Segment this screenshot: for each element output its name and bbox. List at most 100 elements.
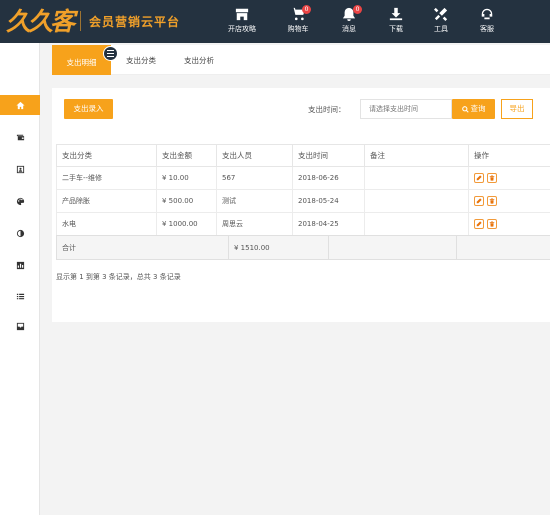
sidebar-item-charts[interactable]	[0, 255, 40, 275]
nav-tools[interactable]: 工具	[419, 7, 463, 34]
sidebar-item-contrast[interactable]	[0, 223, 40, 243]
shop-icon	[235, 8, 249, 21]
table-row: 水电 ¥ 1000.00 周思云 2018-04-25	[56, 212, 550, 236]
table-row: 二手车--维修 ¥ 10.00 567 2018-06-26	[56, 166, 550, 190]
nav-label: 开店攻略	[228, 25, 256, 33]
tab-expense-analysis[interactable]: 支出分析	[176, 45, 222, 75]
logo-divider	[80, 11, 82, 31]
tab-label: 支出明细	[66, 58, 97, 67]
edit-button[interactable]	[474, 196, 484, 206]
nav-label: 下载	[389, 25, 403, 33]
sidebar-item-wallet[interactable]	[0, 127, 40, 147]
nav-shop-guide[interactable]: 开店攻略	[220, 7, 264, 34]
delete-button[interactable]	[487, 173, 497, 183]
trash-icon	[489, 175, 495, 181]
logo[interactable]: 久久客 会员营销云平台	[6, 5, 180, 37]
cell-actions	[468, 189, 550, 213]
total-empty-cell	[328, 235, 457, 260]
total-amount: ¥ 1510.00	[228, 235, 329, 260]
nav-label: 工具	[434, 25, 448, 33]
service-icon	[481, 8, 493, 20]
search-button[interactable]: 查询	[452, 99, 495, 119]
column-header: 操作	[468, 144, 550, 167]
top-header: 久久客 会员营销云平台 开店攻略 0 购物车 0 消息 下载 工具 客服	[0, 0, 550, 43]
column-header[interactable]: 支出分类	[56, 144, 157, 167]
contrast-icon	[16, 229, 24, 237]
export-button[interactable]: 导出	[501, 99, 533, 119]
sidebar-item-inbox[interactable]	[0, 316, 40, 336]
cell-date: 2018-06-26	[292, 166, 365, 190]
message-badge: 0	[353, 5, 362, 14]
inbox-icon	[16, 322, 24, 330]
cell-actions	[468, 212, 550, 236]
cell-category: 二手车--维修	[56, 166, 157, 190]
column-header[interactable]: 支出人员	[216, 144, 293, 167]
expense-table: 支出分类 支出金额 支出人员 支出时间 备注 操作 二手车--维修 ¥ 10.0…	[56, 144, 550, 236]
download-icon	[389, 7, 403, 21]
nav-label: 消息	[342, 25, 356, 33]
delete-button[interactable]	[487, 219, 497, 229]
logo-text: 久久客	[6, 6, 75, 36]
sidebar-item-palette[interactable]	[0, 191, 40, 211]
tab-expense-categories[interactable]: 支出分类	[118, 45, 164, 75]
chart-icon	[16, 261, 24, 269]
tab-menu-button[interactable]	[103, 46, 118, 61]
cell-person: 周思云	[216, 212, 293, 236]
cell-category: 产品除胀	[56, 189, 157, 213]
platform-title: 会员营销云平台	[89, 14, 181, 29]
sidebar-item-home[interactable]	[0, 95, 40, 115]
cell-amount: ¥ 1000.00	[156, 212, 217, 236]
trash-icon	[489, 198, 495, 204]
total-row: 合计 ¥ 1510.00	[56, 235, 550, 260]
pagination-summary: 显示第 1 到第 3 条记录，总共 3 条记录	[56, 273, 181, 281]
edit-button[interactable]	[474, 173, 484, 183]
add-expense-button[interactable]: 支出录入	[64, 99, 113, 119]
edit-button[interactable]	[474, 219, 484, 229]
cell-date: 2018-05-24	[292, 189, 365, 213]
column-header[interactable]: 备注	[364, 144, 469, 167]
pencil-icon	[476, 198, 482, 204]
cell-amount: ¥ 10.00	[156, 166, 217, 190]
nav-label: 客服	[480, 25, 494, 33]
wallet-icon	[16, 134, 24, 140]
cell-amount: ¥ 500.00	[156, 189, 217, 213]
sidebar-item-contacts[interactable]	[0, 159, 40, 179]
total-label: 合计	[56, 235, 229, 260]
cart-badge: 0	[302, 5, 311, 14]
delete-button[interactable]	[487, 196, 497, 206]
expense-time-label: 支出时间：	[308, 105, 346, 114]
nav-cart[interactable]: 0 购物车	[276, 5, 320, 34]
menu-icon	[107, 50, 114, 52]
table-header-row: 支出分类 支出金额 支出人员 支出时间 备注 操作	[56, 144, 550, 167]
nav-customer-service[interactable]: 客服	[465, 7, 509, 34]
cell-note	[364, 212, 469, 236]
cell-category: 水电	[56, 212, 157, 236]
cell-note	[364, 166, 469, 190]
sidebar	[0, 43, 40, 515]
sidebar-item-list[interactable]	[0, 286, 40, 306]
cell-person: 测试	[216, 189, 293, 213]
cell-actions	[468, 166, 550, 190]
pencil-icon	[476, 221, 482, 227]
content-panel: 支出录入 支出时间： 查询 导出 支出分类 支出金额 支出人员 支出时间 备注 …	[52, 88, 550, 322]
column-header[interactable]: 支出金额	[156, 144, 217, 167]
tab-expense-details[interactable]: 支出明细	[52, 45, 111, 75]
total-empty-cell	[456, 235, 550, 260]
cell-person: 567	[216, 166, 293, 190]
nav-messages[interactable]: 0 消息	[327, 5, 371, 34]
tab-label: 支出分析	[184, 56, 214, 65]
palette-icon	[16, 197, 24, 205]
search-icon	[461, 105, 469, 113]
contact-card-icon	[16, 165, 24, 173]
nav-label: 购物车	[287, 25, 309, 33]
tab-label: 支出分类	[126, 56, 156, 65]
total-row-table: 合计 ¥ 1510.00	[56, 235, 550, 260]
expense-time-input[interactable]	[360, 99, 452, 119]
column-header[interactable]: 支出时间	[292, 144, 365, 167]
table-row: 产品除胀 ¥ 500.00 测试 2018-05-24	[56, 189, 550, 213]
cell-note	[364, 189, 469, 213]
search-button-label: 查询	[470, 104, 486, 113]
home-icon	[15, 101, 25, 109]
tools-icon	[434, 7, 448, 21]
nav-download[interactable]: 下载	[374, 7, 418, 34]
